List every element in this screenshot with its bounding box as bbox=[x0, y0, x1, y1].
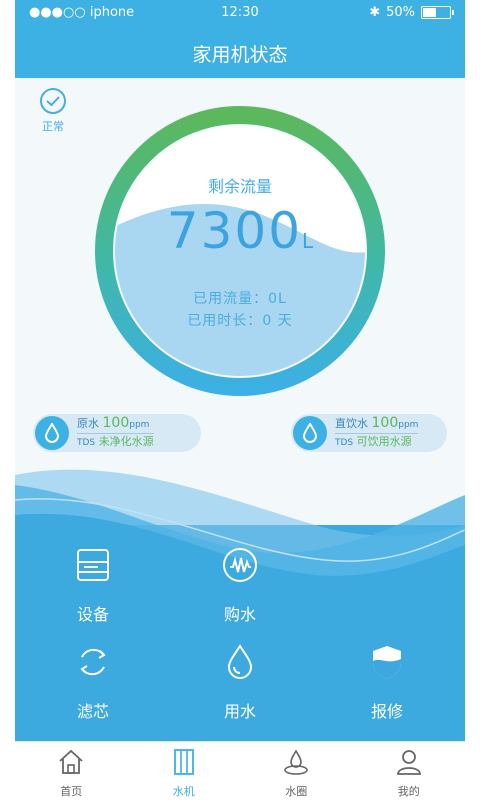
grid-repair-label: 报修 bbox=[370, 702, 403, 721]
grid-filter-label: 滤芯 bbox=[76, 702, 109, 721]
raw-water-tds: TDS bbox=[77, 437, 96, 448]
grid-device[interactable]: 设备 bbox=[53, 545, 133, 625]
raw-water-pill: 原水 100ppm TDS 未净化水源 bbox=[33, 414, 201, 452]
buy-water-icon bbox=[223, 548, 257, 582]
tab-water-machine-label: 水机 bbox=[172, 785, 195, 798]
bluetooth-icon: ✱ bbox=[369, 5, 381, 20]
phone-screen: ●●●○○ iphone 12:30 ✱ 50% 家用机状态 正常 剩余流量 7… bbox=[15, 0, 465, 800]
device-status-label: 正常 bbox=[42, 120, 64, 133]
used-time: 已用时长：0 天 bbox=[95, 310, 385, 330]
water-machine-icon bbox=[173, 749, 194, 775]
grid-buy-water-label: 购水 bbox=[223, 605, 256, 624]
tab-water-circle-label: 水圈 bbox=[285, 785, 308, 798]
tab-water-machine[interactable]: 水机 bbox=[128, 742, 241, 800]
page-title: 家用机状态 bbox=[192, 44, 288, 66]
gauge-value-wrap: 7300L bbox=[95, 202, 385, 260]
gauge-unit: L bbox=[302, 229, 314, 253]
direct-water-value: 100 bbox=[371, 414, 399, 431]
home-icon bbox=[59, 749, 83, 774]
used-flow: 已用流量：0L bbox=[95, 288, 385, 308]
status-panel: 正常 剩余流量 7300L 已用流量：0L 已用时长：0 天 原水 100ppm… bbox=[15, 78, 465, 458]
direct-water-name: 直饮水 bbox=[335, 416, 368, 430]
tab-bar: 首页 水机 水圈 我的 bbox=[15, 741, 465, 800]
direct-water-tds: TDS bbox=[335, 437, 354, 448]
used-flow-value: 0L bbox=[268, 291, 287, 307]
direct-water-unit: ppm bbox=[398, 419, 419, 430]
tab-profile-label: 我的 bbox=[397, 785, 420, 798]
repair-shield-icon bbox=[373, 646, 401, 679]
app-header: ●●●○○ iphone 12:30 ✱ 50% 家用机状态 bbox=[15, 0, 465, 78]
raw-water-text: 原水 100ppm TDS 未净化水源 bbox=[77, 414, 154, 451]
raw-water-unit: ppm bbox=[129, 419, 150, 430]
device-icon bbox=[77, 549, 109, 581]
direct-water-pill: 直饮水 100ppm TDS 可饮用水源 bbox=[291, 414, 447, 452]
grid-filter[interactable]: 滤芯 bbox=[53, 642, 133, 722]
filter-icon bbox=[80, 648, 106, 676]
battery-percent: 50% bbox=[386, 5, 415, 20]
direct-water-text: 直饮水 100ppm TDS 可饮用水源 bbox=[335, 414, 419, 451]
tab-profile[interactable]: 我的 bbox=[353, 742, 466, 800]
grid-use-water[interactable]: 用水 bbox=[200, 642, 280, 722]
grid-use-water-label: 用水 bbox=[223, 702, 256, 721]
raw-water-value: 100 bbox=[102, 414, 130, 431]
gauge-label: 剩余流量 bbox=[207, 177, 272, 196]
used-time-value: 0 天 bbox=[262, 313, 293, 329]
device-status: 正常 bbox=[33, 88, 73, 134]
check-icon bbox=[40, 88, 66, 114]
water-circle-icon bbox=[284, 749, 309, 775]
grid-buy-water[interactable]: 购水 bbox=[200, 545, 280, 625]
profile-icon bbox=[396, 750, 421, 775]
used-flow-label: 已用流量： bbox=[193, 291, 269, 307]
raw-water-drop-icon bbox=[35, 416, 69, 450]
direct-water-desc: 可饮用水源 bbox=[356, 434, 412, 448]
tab-home[interactable]: 首页 bbox=[15, 742, 128, 800]
battery-icon bbox=[421, 6, 454, 19]
gauge-value: 7300 bbox=[166, 202, 303, 260]
grid-repair[interactable]: 报修 bbox=[347, 642, 427, 722]
status-bar: ●●●○○ iphone 12:30 ✱ 50% bbox=[15, 0, 465, 26]
used-time-label: 已用时长： bbox=[187, 313, 263, 329]
tab-water-circle[interactable]: 水圈 bbox=[240, 742, 353, 800]
direct-water-drop-icon bbox=[293, 416, 327, 450]
grid-device-label: 设备 bbox=[76, 605, 109, 624]
tab-home-label: 首页 bbox=[60, 785, 83, 798]
raw-water-name: 原水 bbox=[77, 416, 99, 430]
water-drop-icon bbox=[227, 644, 253, 679]
raw-water-desc: 未净化水源 bbox=[98, 434, 154, 448]
status-right: ✱ 50% bbox=[369, 5, 454, 20]
